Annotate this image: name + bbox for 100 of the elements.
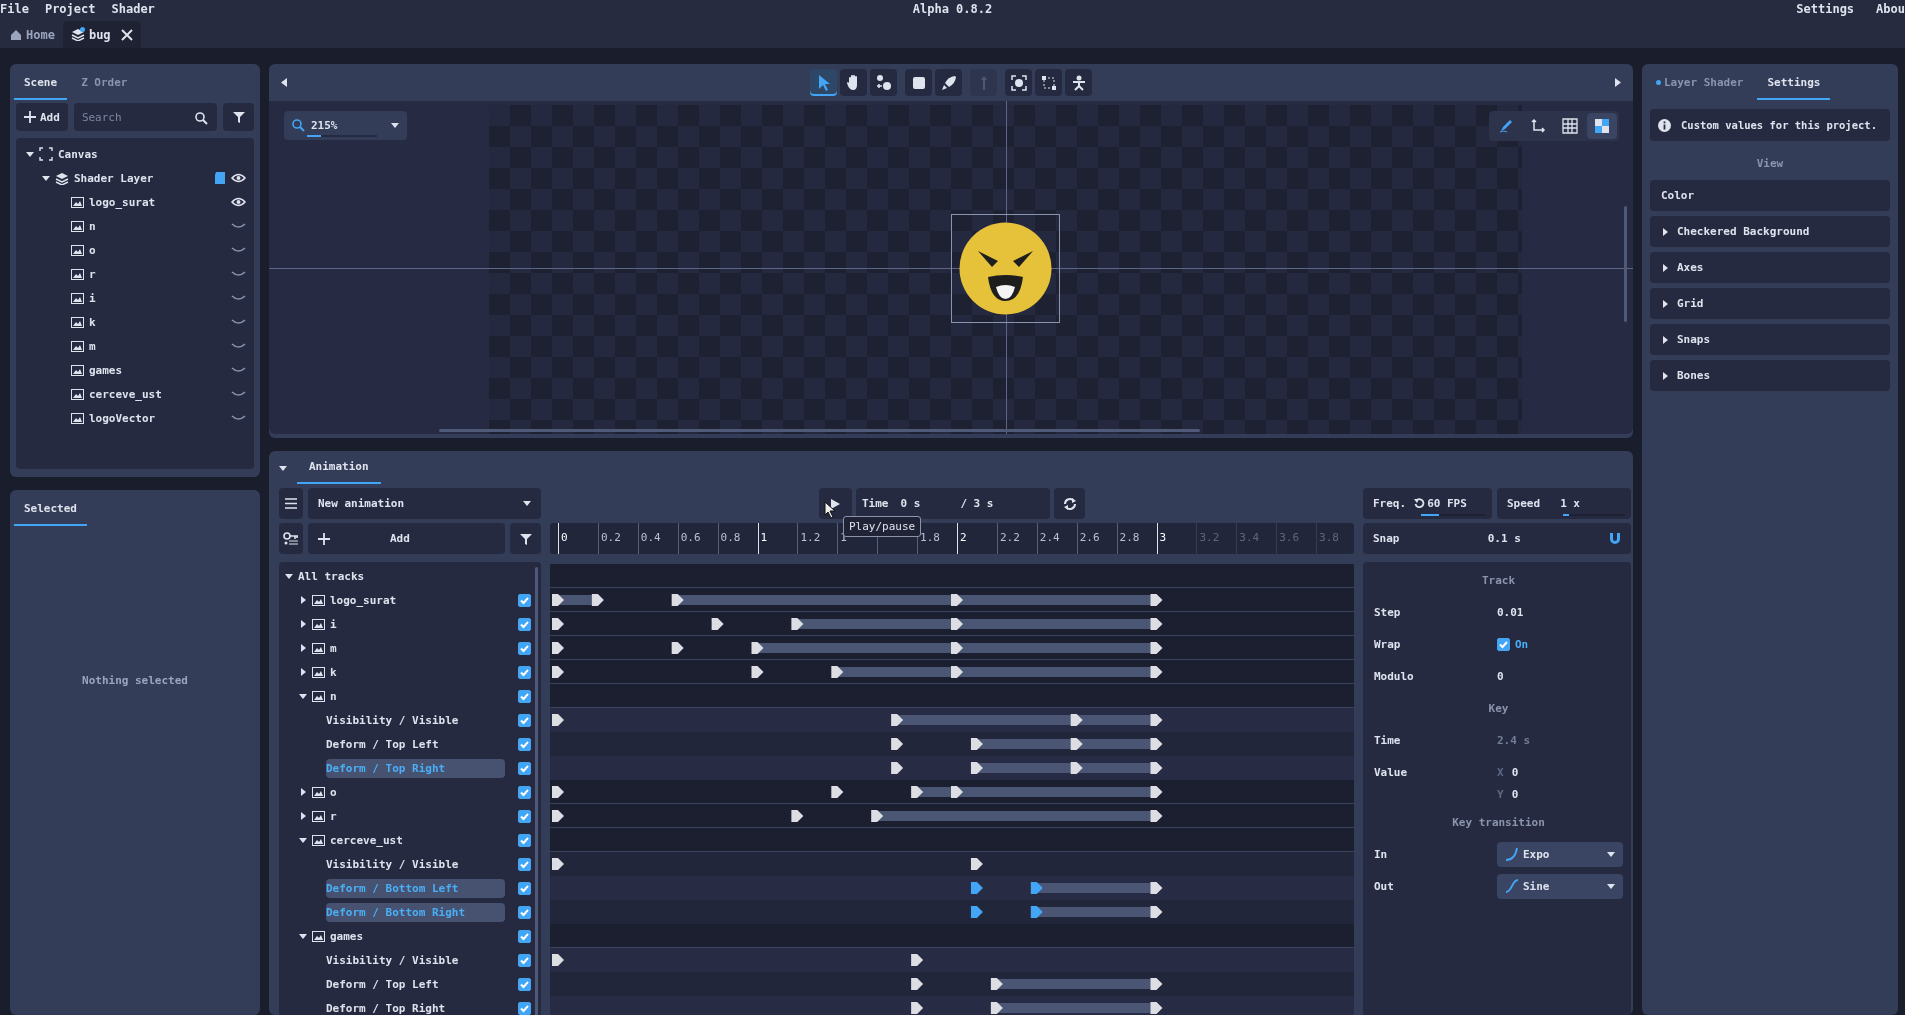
tooltip: Play/pause — [843, 516, 922, 537]
ruler-label: 3 — [1159, 531, 1167, 544]
settings-label: Grid — [1677, 297, 1704, 310]
menu-item[interactable]: Settings — [1796, 1, 1855, 16]
app-version: Alpha 0.8.2 — [912, 1, 993, 16]
layer-name[interactable]: r — [89, 267, 226, 281]
track-label[interactable]: cerceve_ust — [330, 833, 513, 847]
layer-name[interactable]: cerceve_ust — [89, 387, 226, 401]
add-track-button[interactable]: Add — [308, 523, 505, 554]
easing-dropdown[interactable]: Sine — [1497, 873, 1623, 899]
value-field[interactable]: Y 0 — [1497, 787, 1519, 801]
field-label: Wrap — [1374, 637, 1402, 651]
value-field[interactable]: 0.01 — [1497, 605, 1524, 619]
value-field[interactable]: 0 — [1497, 669, 1504, 683]
document-tab[interactable]: Home — [2, 21, 63, 48]
layer-name[interactable]: logoVector — [89, 411, 226, 425]
speed-field[interactable]: Speed 1 x — [1497, 488, 1631, 519]
menu-item[interactable]: Project — [44, 1, 96, 16]
panel-tab[interactable]: Settings — [1757, 66, 1831, 100]
wrap-toggle[interactable]: On — [1497, 637, 1529, 651]
ruler-label: 0.2 — [600, 531, 621, 544]
layer-name[interactable]: m — [89, 339, 226, 353]
layer-name[interactable]: games — [89, 363, 226, 377]
settings-row[interactable]: Grid — [1650, 288, 1890, 319]
track-label[interactable]: k — [330, 665, 513, 679]
settings-label: Snaps — [1677, 333, 1711, 346]
layer-name[interactable]: logo_surat — [89, 195, 226, 209]
track-label[interactable]: i — [330, 617, 513, 631]
panel-tab[interactable]: Selected — [14, 492, 87, 526]
settings-row[interactable]: Axes — [1650, 252, 1890, 283]
ruler-label: 3.6 — [1279, 531, 1300, 544]
layer-name[interactable]: Canvas — [58, 147, 246, 161]
field-label: Out — [1374, 879, 1395, 893]
info-text: Custom values for this project. — [1681, 119, 1877, 131]
track-label[interactable]: Deform / Top Left — [326, 974, 505, 994]
field-label: In — [1374, 847, 1389, 861]
ruler-label: 2.4 — [1039, 531, 1060, 544]
ruler-label: 3.4 — [1239, 531, 1260, 544]
track-label[interactable]: Visibility / Visible — [326, 710, 505, 730]
layer-name[interactable]: Shader Layer — [74, 171, 209, 185]
ruler-label: 0.6 — [680, 531, 701, 544]
ruler-label: 2 — [960, 531, 967, 544]
track-label[interactable]: m — [330, 641, 513, 655]
settings-label: Checkered Background — [1677, 225, 1810, 238]
empty-message: Nothing selected — [82, 674, 188, 687]
track-label[interactable]: games — [330, 929, 513, 943]
ruler-label: 2.8 — [1119, 531, 1140, 544]
ruler-label: 0.4 — [640, 531, 661, 544]
panel-tab[interactable]: Layer Shader — [1646, 66, 1754, 100]
layer-name[interactable]: o — [89, 243, 226, 257]
search-field[interactable]: Search — [73, 103, 217, 131]
snap-field[interactable]: Snap 0.1 s — [1363, 523, 1631, 554]
ruler-label: 3.8 — [1319, 531, 1339, 544]
track-label[interactable]: Deform / Top Left — [326, 734, 505, 754]
ruler-label: 2.6 — [1079, 531, 1100, 544]
section-title: Track — [1481, 573, 1516, 587]
menu-item[interactable]: Abou — [1876, 1, 1905, 16]
ruler-label: 1 — [760, 531, 768, 544]
section-title: Key — [1488, 701, 1509, 715]
time-field[interactable]: Time 0 s / 3 s — [856, 488, 1050, 519]
settings-label: Axes — [1677, 261, 1704, 274]
ruler-label: 1.8 — [920, 531, 940, 544]
track-label[interactable]: r — [330, 809, 513, 823]
canvas-area[interactable]: 215% — [269, 101, 1633, 434]
menu-item[interactable]: Shader — [111, 1, 155, 16]
field-label: Modulo — [1374, 669, 1415, 683]
panel-tab[interactable]: Z Order — [71, 66, 138, 100]
value-field[interactable]: X 0 — [1497, 765, 1519, 779]
track-label[interactable]: logo_surat — [330, 593, 513, 607]
animation-dropdown[interactable]: New animation — [308, 488, 541, 519]
menu-item[interactable]: File — [0, 1, 29, 16]
easing-dropdown[interactable]: Expo — [1497, 841, 1623, 867]
ruler-label: 0 — [561, 531, 568, 544]
track-label[interactable]: Visibility / Visible — [326, 950, 505, 970]
ruler-label: 2.2 — [999, 531, 1020, 544]
settings-row[interactable]: Checkered Background — [1650, 216, 1890, 247]
panel-tab[interactable]: Animation — [297, 451, 381, 484]
section-title: View — [1755, 157, 1785, 170]
settings-row[interactable]: Snaps — [1650, 324, 1890, 355]
settings-label: Color — [1661, 189, 1695, 202]
field-label: Step — [1374, 605, 1402, 619]
ruler-label: 3.2 — [1199, 531, 1220, 544]
add-button[interactable]: Add — [16, 103, 68, 131]
ruler-label: 1.2 — [800, 531, 821, 544]
track-label[interactable]: Visibility / Visible — [326, 854, 505, 874]
frequency-field[interactable]: Freq. 60 FPS — [1363, 488, 1492, 519]
settings-row[interactable]: Bones — [1650, 360, 1890, 391]
panel-tab[interactable]: Scene — [14, 66, 68, 100]
layer-name[interactable]: k — [89, 315, 226, 329]
track-label[interactable]: n — [330, 689, 513, 703]
track-label[interactable]: o — [330, 785, 513, 799]
settings-label: Bones — [1677, 369, 1711, 382]
ruler-label: 0.8 — [720, 531, 741, 544]
track-label[interactable]: Deform / Top Right — [326, 998, 505, 1015]
layer-name[interactable]: n — [89, 219, 226, 233]
settings-row[interactable]: Color — [1650, 180, 1890, 211]
layer-name[interactable]: i — [89, 291, 226, 305]
document-tab[interactable]: bug — [62, 21, 141, 48]
zoom-dropdown[interactable]: 215% — [284, 111, 407, 140]
track-group-label[interactable]: All tracks — [298, 569, 531, 583]
